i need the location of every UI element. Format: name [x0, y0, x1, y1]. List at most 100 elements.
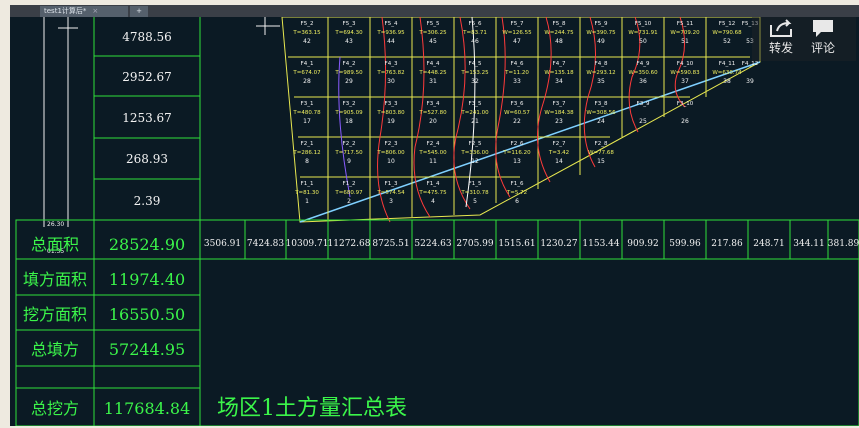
grid-cell-name: F1_2	[343, 181, 356, 187]
grid-cell-name: F4_1	[301, 61, 314, 67]
grid-cell-name: F3_1	[301, 101, 314, 107]
grid-cell-name: F5_12	[719, 21, 735, 27]
grid-cell-name: F2_2	[343, 141, 356, 147]
grid-cell-name: F1_3	[385, 181, 398, 187]
grid-cell-number: 50	[639, 38, 647, 45]
cad-drawing: 4788.56 2952.67 1253.67 268.93 2.39 F5_2…	[15, 17, 859, 426]
earthwork-grid: F5_2T=363.1542F5_3T=694.3043F5_4T=936.95…	[281, 17, 761, 223]
grid-cell-volume: T=336.00	[460, 150, 489, 156]
column-volume-value: 5224.63	[414, 239, 451, 249]
grid-cell-name: F5_11	[677, 21, 693, 27]
cad-drawing-canvas[interactable]: 4788.56 2952.67 1253.67 268.93 2.39 F5_2…	[10, 17, 859, 426]
grid-cell-volume: T=763.82	[376, 70, 404, 76]
grid-cell-volume: T=306.25	[418, 30, 447, 36]
grid-cell-number: 22	[513, 118, 521, 125]
fill-area-label: 填方面积	[23, 270, 87, 289]
grid-cell-name: F1_4	[427, 181, 440, 187]
grid-cell-volume: T=480.78	[292, 110, 321, 116]
column-volume-value: 1515.61	[498, 239, 535, 249]
grid-cell-volume: T=286.12	[292, 150, 320, 156]
left-table-value: 2952.67	[122, 70, 172, 84]
grid-cell-number: 29	[345, 78, 353, 85]
grid-cell-volume: T=806.00	[376, 150, 405, 156]
left-table-value: 2.39	[134, 194, 161, 208]
left-table-value: 1253.67	[122, 111, 172, 125]
grid-cell-volume: W=244.75	[544, 30, 574, 36]
total-fill-value: 57244.95	[109, 340, 185, 359]
grid-cell-volume: T=694.30	[334, 30, 363, 36]
grid-cell-volume: T=83.71	[462, 30, 487, 36]
grid-cell-name: F3_8	[595, 101, 608, 107]
grid-cell-number: 25	[639, 118, 647, 125]
share-label: 转发	[768, 41, 793, 55]
grid-cell-name: F2_1	[301, 141, 314, 147]
cut-area-value: 16550.50	[109, 305, 185, 324]
column-volume-value: 3506.91	[204, 239, 241, 249]
grid-cell-volume: W=390.75	[586, 30, 616, 36]
fill-area-value: 11974.40	[109, 270, 185, 289]
grid-cell-name: F4_3	[385, 61, 398, 67]
grid-cell-name: F5_9	[595, 21, 608, 27]
grid-cell-volume: W=135.18	[544, 70, 574, 76]
tab-test1[interactable]: test1计算后* ×	[40, 6, 128, 17]
grid-cell-name: F4_11	[719, 61, 735, 67]
grid-cell-number: 33	[513, 78, 521, 85]
grid-cell-number: 5	[473, 198, 477, 205]
total-fill-label: 总填方	[31, 340, 79, 359]
grid-cell-number: 36	[639, 78, 647, 85]
grid-row-4: F4_1 T=674.07 28 F4_2 T=989.50 29 F4_3 T=763.82…	[292, 61, 758, 85]
grid-cell-number: 15	[597, 158, 605, 165]
summary-table: 3506.91 7424.83 10309.71 11272.68 8725.51 522…	[15, 219, 859, 426]
new-tab-button[interactable]: +	[130, 6, 148, 17]
grid-cell-name: F4_2	[343, 61, 356, 67]
grid-cell-name: F4_7	[553, 61, 566, 67]
comment-button[interactable]: 评论	[804, 17, 842, 61]
grid-cell-volume: T=680.97	[334, 190, 363, 196]
grid-cell-volume: W=630.74	[712, 70, 742, 76]
grid-cell-name: F5_8	[553, 21, 566, 27]
grid-cell-volume: W=790.68	[712, 30, 742, 36]
left-table-value: 4788.56	[122, 30, 172, 44]
grid-cell-name: F3_4	[427, 101, 440, 107]
grid-cell-volume: T=475.75	[418, 190, 447, 196]
grid-cell-name: F3_2	[343, 101, 356, 107]
grid-cell-name: F1_5	[469, 181, 482, 187]
grid-cell-number: 46	[471, 38, 479, 45]
grid-cell-number: 13	[513, 158, 521, 165]
grid-cell-name: F5_4	[385, 21, 398, 27]
grid-cell-volume: T=81.30	[294, 190, 319, 196]
grid-cell-volume: W=77.68	[588, 150, 614, 156]
cut-area-label: 挖方面积	[23, 305, 87, 324]
grid-cell-name: F5_2	[301, 21, 314, 27]
column-volume-value: 1153.44	[582, 239, 619, 249]
grid-cell-number: 23	[555, 118, 563, 125]
grid-cell-volume: W=709.20	[670, 30, 700, 36]
grid-cell-volume: W=350.60	[628, 70, 658, 76]
grid-cell-name: F3_5	[469, 101, 482, 107]
grid-cell-number: 1	[305, 198, 309, 205]
grid-cell-number: 19	[387, 118, 395, 125]
grid-cell-volume: T=153.25	[460, 70, 489, 76]
grid-row-2: F2_1 T=286.12 8 F2_2 T=717.50 9 F2_3 T=806.00 10…	[292, 141, 614, 165]
column-volume-value: 248.71	[753, 239, 785, 249]
grid-cell-name: F2_4	[427, 141, 440, 147]
total-cut-value: 117684.84	[104, 399, 191, 418]
grid-cell-number: 49	[597, 38, 605, 45]
close-icon[interactable]: ×	[92, 7, 98, 15]
grid-cell-name: F3_9	[637, 101, 650, 107]
share-button[interactable]: 转发	[762, 17, 800, 61]
grid-cell-name: F3_10	[677, 101, 694, 107]
grid-cell-volume: T=5.72	[506, 190, 527, 196]
grid-cell-number: 12	[471, 158, 479, 165]
grid-cell-number: 38	[723, 78, 731, 85]
grid-row-1: F1_1 T=81.30 1 F1_2 T=680.97 2 F1_3 T=574.54 3 F1…	[294, 181, 527, 205]
grid-cell-volume: W=60.57	[504, 110, 530, 116]
grid-cell-name: F4_10	[677, 61, 694, 67]
document-tab-bar: test1计算后* × +	[10, 5, 859, 17]
grid-cell-volume: T=905.09	[334, 110, 363, 116]
grid-cell-name: F3_6	[511, 101, 524, 107]
share-icon	[770, 19, 792, 37]
column-volume-value: 217.86	[711, 239, 743, 249]
grid-cell-name: F1_6	[511, 181, 524, 187]
grid-cell-number: 9	[347, 158, 351, 165]
